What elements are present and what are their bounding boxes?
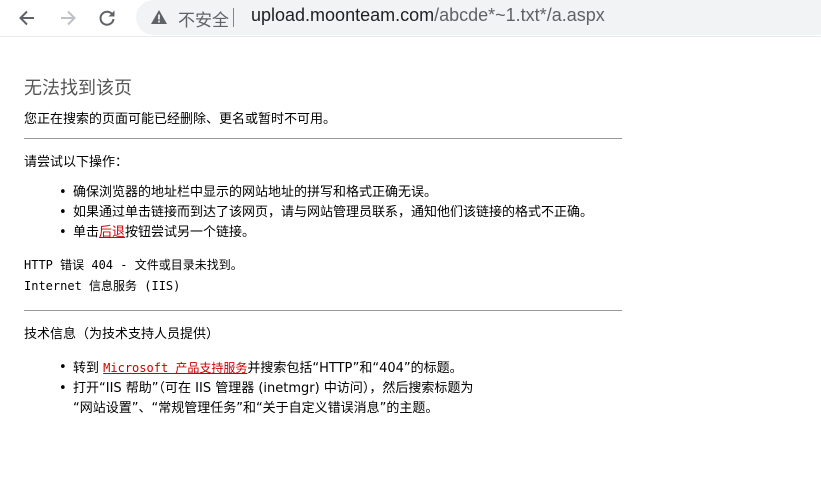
microsoft-support-link[interactable]: Microsoft 产品支持服务 — [103, 361, 247, 375]
iis-help-line-1: 打开“IIS 帮助”（可在 IIS 管理器 (inetmgr) 中访问），然后搜… — [73, 381, 474, 396]
security-divider — [233, 8, 234, 27]
try-heading: 请尝试以下操作： — [24, 155, 129, 170]
browser-toolbar: 不安全 upload.moonteam.com/abcde*~1.txt*/a.… — [0, 0, 821, 36]
back-prefix: 单击 — [73, 225, 100, 240]
url-path: /abcde*~1.txt*/a.aspx — [434, 5, 605, 25]
goto-suffix: 并搜索包括“HTTP”和“404”的标题。 — [247, 361, 463, 376]
forward-button[interactable] — [52, 2, 84, 34]
page-title: 无法找到该页 — [24, 78, 132, 99]
back-suffix: 按钮尝试另一个链接。 — [125, 225, 256, 240]
back-link[interactable]: 后退 — [99, 225, 125, 240]
page-viewport: 无法找到该页 您正在搜索的页面可能已经删除、更名或暂时不可用。 请尝试以下操作：… — [0, 36, 821, 491]
http-error-text: HTTP 错误 404 - 文件或目录未找到。 — [24, 258, 243, 272]
iis-text: Internet 信息服务 (IIS) — [24, 279, 181, 293]
address-bar[interactable]: 不安全 upload.moonteam.com/abcde*~1.txt*/a.… — [136, 0, 821, 35]
list-item: 确保浏览器的地址栏中显示的网站地址的拼写和格式正确无误。 — [59, 183, 622, 203]
goto-prefix: 转到 — [73, 361, 104, 376]
divider — [24, 138, 622, 139]
url-text[interactable]: upload.moonteam.com/abcde*~1.txt*/a.aspx — [251, 5, 605, 26]
security-status-label[interactable]: 不安全 — [178, 6, 229, 31]
tech-list: 转到 Microsoft 产品支持服务并搜索包括“HTTP”和“404”的标题。… — [24, 358, 622, 419]
iis-help-line-2: “网站设置”、“常规管理任务”和“关于自定义错误消息”的主题。 — [73, 401, 439, 416]
lead-text: 您正在搜索的页面可能已经删除、更名或暂时不可用。 — [24, 112, 337, 127]
divider — [24, 310, 622, 311]
list-item: 单击后退按钮尝试另一个链接。 — [59, 223, 622, 243]
list-item: 如果通过单击链接而到达了该网页，请与网站管理员联系，通知他们该链接的格式不正确。 — [59, 203, 622, 223]
warning-icon — [151, 10, 167, 24]
tech-heading: 技术信息（为技术支持人员提供） — [24, 327, 220, 342]
reload-icon — [99, 10, 115, 26]
arrow-left-icon — [19, 10, 34, 26]
try-list: 确保浏览器的地址栏中显示的网站地址的拼写和格式正确无误。 如果通过单击链接而到达… — [24, 183, 622, 243]
back-button[interactable] — [11, 2, 43, 34]
arrow-right-icon — [61, 10, 76, 26]
list-item: 转到 Microsoft 产品支持服务并搜索包括“HTTP”和“404”的标题。 — [59, 358, 622, 379]
reload-button[interactable] — [91, 2, 123, 34]
list-item: 打开“IIS 帮助”（可在 IIS 管理器 (inetmgr) 中访问），然后搜… — [59, 379, 622, 419]
url-host: upload.moonteam.com — [251, 5, 435, 25]
error-content: 无法找到该页 您正在搜索的页面可能已经删除、更名或暂时不可用。 请尝试以下操作：… — [24, 77, 622, 419]
